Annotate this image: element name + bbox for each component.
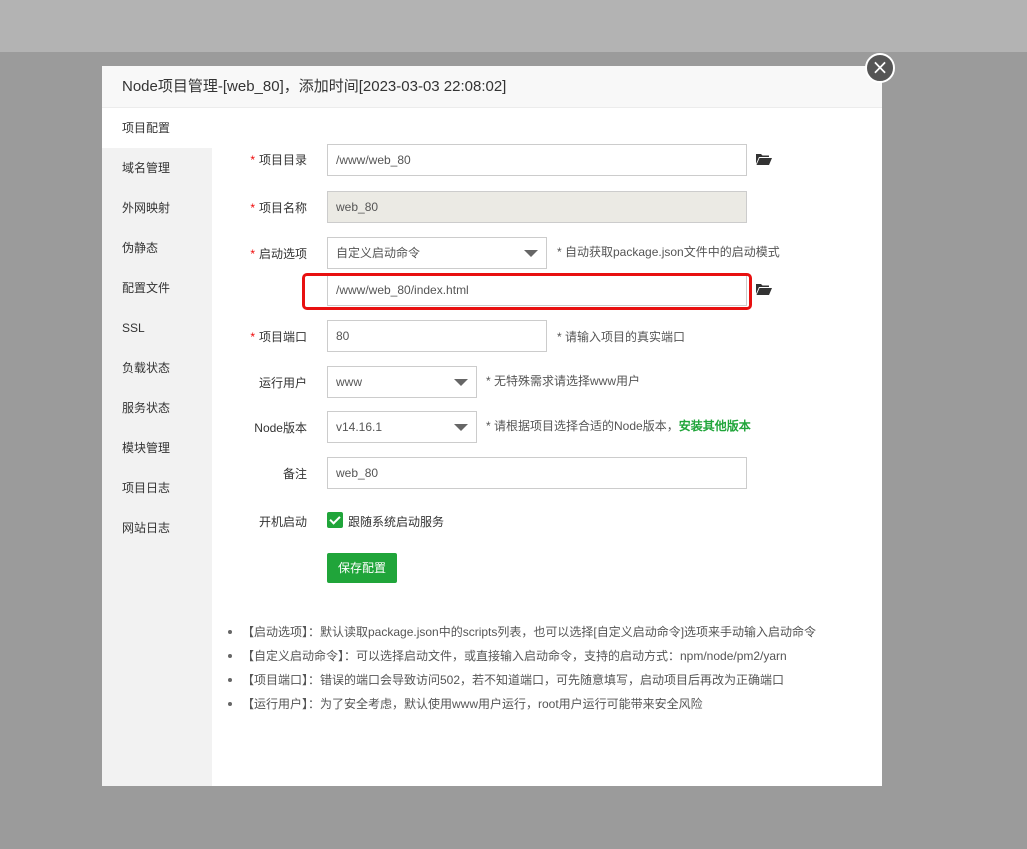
sidebar-item-domain[interactable]: 域名管理 xyxy=(102,148,212,188)
help-tips-list: 【启动选项】：默认读取package.json中的scripts列表，也可以选择… xyxy=(226,620,846,716)
sidebar: 项目配置 域名管理 外网映射 伪静态 配置文件 SSL 负载状态 服务状态 模块… xyxy=(102,108,212,786)
project-port-label: * 项目端口 xyxy=(250,330,307,344)
start-option-hint: * 自动获取package.json文件中的启动模式 xyxy=(557,245,780,259)
start-option-label: * 启动选项 xyxy=(250,247,307,261)
sidebar-item-service-status[interactable]: 服务状态 xyxy=(102,388,212,428)
remark-input[interactable]: web_80 xyxy=(327,457,747,489)
chevron-down-icon xyxy=(524,250,538,257)
project-port-input[interactable]: 80 xyxy=(327,320,547,352)
install-other-version-link[interactable]: 安装其他版本 xyxy=(679,419,751,433)
list-item: 【启动选项】：默认读取package.json中的scripts列表，也可以选择… xyxy=(226,620,846,644)
list-item: 【项目端口】：错误的端口会导致访问502，若不知道端口，可先随意填写，启动项目后… xyxy=(226,668,846,692)
list-item: 【自定义启动命令】：可以选择启动文件，或直接输入启动命令，支持的启动方式：npm… xyxy=(226,644,846,668)
node-version-hint: * 请根据项目选择合适的Node版本，安装其他版本 xyxy=(486,419,751,433)
project-name-label: * 项目名称 xyxy=(250,201,307,215)
sidebar-item-load-status[interactable]: 负载状态 xyxy=(102,348,212,388)
chevron-down-icon xyxy=(454,379,468,386)
highlight-annotation-box xyxy=(302,273,752,310)
sidebar-item-ssl[interactable]: SSL xyxy=(102,308,212,348)
project-port-hint: * 请输入项目的真实端口 xyxy=(557,330,686,344)
backdrop-top-band xyxy=(0,0,1027,52)
sidebar-item-rewrite[interactable]: 伪静态 xyxy=(102,228,212,268)
remark-label: 备注 xyxy=(282,467,307,481)
node-version-select[interactable]: v14.16.1 xyxy=(327,411,477,443)
sidebar-item-site-log[interactable]: 网站日志 xyxy=(102,508,212,548)
autostart-checkbox-label[interactable]: 跟随系统启动服务 xyxy=(348,513,444,530)
sidebar-item-project-log[interactable]: 项目日志 xyxy=(102,468,212,508)
project-name-input: web_80 xyxy=(327,191,747,223)
save-config-button[interactable]: 保存配置 xyxy=(327,553,397,583)
chevron-down-icon xyxy=(454,424,468,431)
node-version-label: Node版本 xyxy=(254,421,307,435)
sidebar-item-project-config[interactable]: 项目配置 xyxy=(102,108,212,148)
sidebar-item-config-file[interactable]: 配置文件 xyxy=(102,268,212,308)
autostart-checkbox[interactable] xyxy=(327,512,343,528)
sidebar-item-external-mapping[interactable]: 外网映射 xyxy=(102,188,212,228)
close-button[interactable]: × xyxy=(865,53,895,83)
folder-open-icon[interactable] xyxy=(756,283,772,295)
run-user-select[interactable]: www xyxy=(327,366,477,398)
run-user-hint: * 无特殊需求请选择www用户 xyxy=(486,374,641,388)
dialog-title: Node项目管理-[web_80]，添加时间[2023-03-03 22:08:… xyxy=(102,66,882,108)
start-option-select[interactable]: 自定义启动命令 xyxy=(327,237,547,269)
list-item: 【运行用户】：为了安全考虑，默认使用www用户运行，root用户运行可能带来安全… xyxy=(226,692,846,716)
run-user-label: 运行用户 xyxy=(258,376,307,390)
project-dir-label: * 项目目录 xyxy=(250,153,307,167)
project-dir-input[interactable]: /www/web_80 xyxy=(327,144,747,176)
folder-open-icon[interactable] xyxy=(756,153,772,165)
autostart-label: 开机启动 xyxy=(258,515,307,529)
sidebar-item-modules[interactable]: 模块管理 xyxy=(102,428,212,468)
required-mark: * xyxy=(250,153,255,167)
